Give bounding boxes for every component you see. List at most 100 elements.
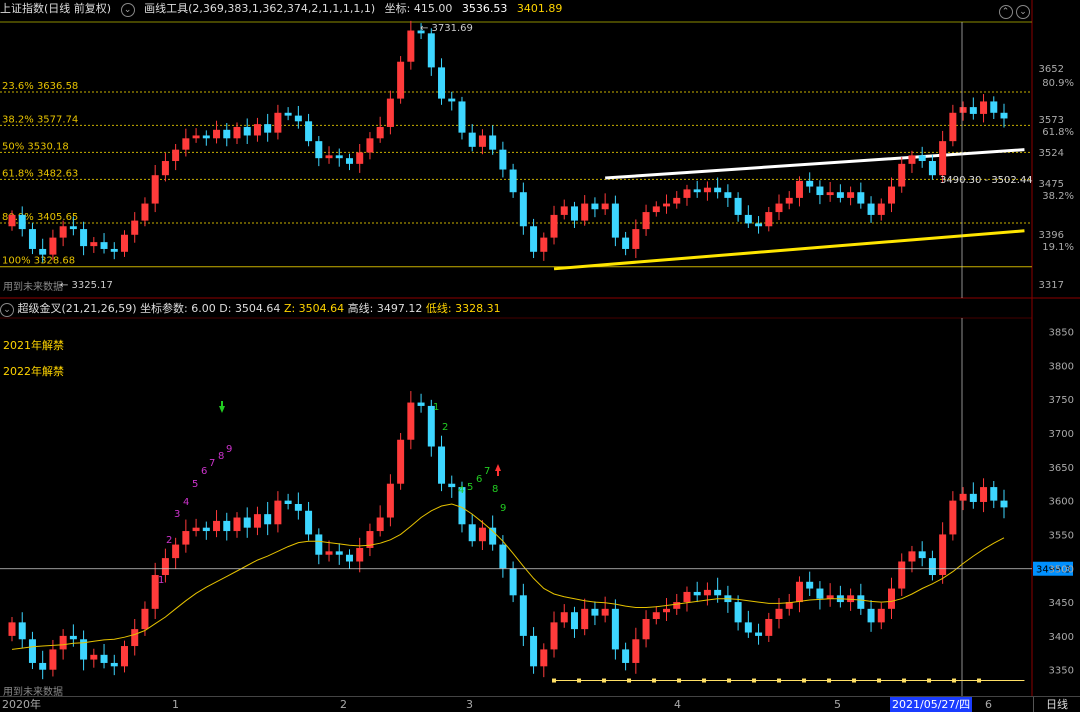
candle-body (315, 141, 323, 159)
fib-label: 61.8% 3482.63 (2, 168, 78, 179)
candle-body (888, 186, 896, 204)
sub-candle-body (110, 662, 118, 667)
top-axis-pct: 80.9% (1042, 78, 1074, 89)
candle-body (100, 242, 108, 249)
sub-candle-body (305, 510, 313, 535)
sub-candle-body (969, 493, 977, 502)
sub-candle-body (990, 487, 998, 501)
x-axis-label: 3 (466, 698, 473, 711)
candle-body (724, 192, 732, 198)
sub-candle-body (161, 558, 169, 576)
sub-candle-body (478, 527, 486, 542)
candle-body (253, 124, 261, 136)
x-axis-label: 5 (834, 698, 841, 711)
sub-candle-body (202, 527, 210, 532)
down-arrow-icon (219, 401, 225, 413)
sub-candle-body (591, 608, 599, 616)
sub-candle-body (959, 493, 967, 501)
candle-body (8, 214, 16, 227)
sub-axis-price: 3500 (1049, 564, 1074, 575)
candle-body (305, 121, 313, 142)
sub-axis-price: 3750 (1049, 395, 1074, 406)
sub-candle-body (632, 639, 640, 663)
period-button[interactable]: 日线 (1033, 697, 1080, 712)
price-chart[interactable]: 23.6% 3636.58 38.2% 3577.74 50% 3530.18 61.… (0, 0, 1080, 711)
candle-body (397, 61, 405, 99)
sub-candle-body (284, 500, 292, 504)
up-arrow-icon (495, 464, 501, 476)
td-count-magenta: 1 (158, 575, 164, 586)
td-count-green: 9 (500, 503, 506, 514)
sub-candle-body (386, 483, 394, 518)
candle-body (407, 30, 415, 62)
top-axis-pct: 61.8% (1042, 127, 1074, 138)
candle-body (386, 98, 394, 127)
candle-body (601, 203, 609, 210)
low-annotation: ← 3325.17 (60, 280, 113, 291)
candle-body (18, 214, 26, 230)
candle-body (120, 234, 128, 252)
sub-candle-body (141, 608, 149, 630)
candle-body (918, 155, 926, 162)
candle-body (438, 67, 446, 99)
candle-body (683, 189, 691, 198)
td-count-magenta: 6 (201, 466, 207, 477)
candle-body (949, 112, 957, 142)
sub-candle-body (8, 622, 16, 636)
candle-body (591, 203, 599, 210)
sub-candle-body (980, 487, 988, 502)
candle-body (652, 206, 660, 213)
sub-candle-body (28, 639, 36, 663)
fib-label: 50% 3530.18 (2, 141, 69, 152)
candle-body (274, 112, 282, 133)
candle-body (714, 187, 722, 193)
sub-candle-body (806, 581, 814, 589)
td-count-green: 4 (458, 485, 464, 496)
sub-candle-body (519, 595, 527, 636)
sub-candle-body (540, 649, 548, 667)
td-count-magenta: 8 (218, 451, 224, 462)
candle-body (570, 206, 578, 221)
sub-candle-body (673, 602, 681, 609)
sub-candle-body (601, 608, 609, 616)
sub-candle-body (857, 595, 865, 609)
candle-body (806, 180, 814, 187)
sub-candle-body (775, 608, 783, 619)
candle-body (816, 186, 824, 196)
sub-candle-body (693, 591, 701, 596)
td-count-green: 8 (492, 484, 498, 495)
candle-body (877, 203, 885, 215)
td-count-magenta: 2 (166, 535, 172, 546)
sub-candle-body (100, 654, 108, 663)
candle-body (284, 112, 292, 116)
td-count-magenta: 3 (174, 509, 180, 520)
sub-candle-body (918, 551, 926, 559)
sub-candle-body (888, 588, 896, 609)
sub-candle-body (325, 551, 333, 555)
fib-label: 38.2% 3577.74 (2, 114, 78, 125)
candle-body (836, 192, 844, 198)
sub-candle-body (131, 629, 139, 647)
sub-candle-body (898, 561, 906, 589)
sub-candle-body (867, 608, 875, 623)
candle-body (202, 135, 210, 139)
sub-candle-body (253, 514, 261, 528)
candle-body (928, 161, 936, 176)
sub-candle-body (233, 517, 241, 532)
candle-body (468, 132, 476, 147)
candle-body (478, 135, 486, 147)
sub-candle-body (530, 635, 538, 667)
sub-candle-body (570, 612, 578, 630)
sub-candle-body (949, 500, 957, 535)
sub-candle-body (560, 612, 568, 623)
candle-body (642, 212, 650, 230)
td-count-green: 7 (484, 466, 490, 477)
candle-body (345, 158, 353, 164)
sub-candle-body (356, 547, 364, 562)
top-axis-pct: 19.1% (1042, 242, 1074, 253)
candle-body (632, 229, 640, 249)
fib-label: 23.6% 3636.58 (2, 81, 78, 92)
candle-body (611, 203, 619, 238)
candle-body (192, 135, 200, 139)
top-axis-price: 3475 (1039, 179, 1064, 190)
